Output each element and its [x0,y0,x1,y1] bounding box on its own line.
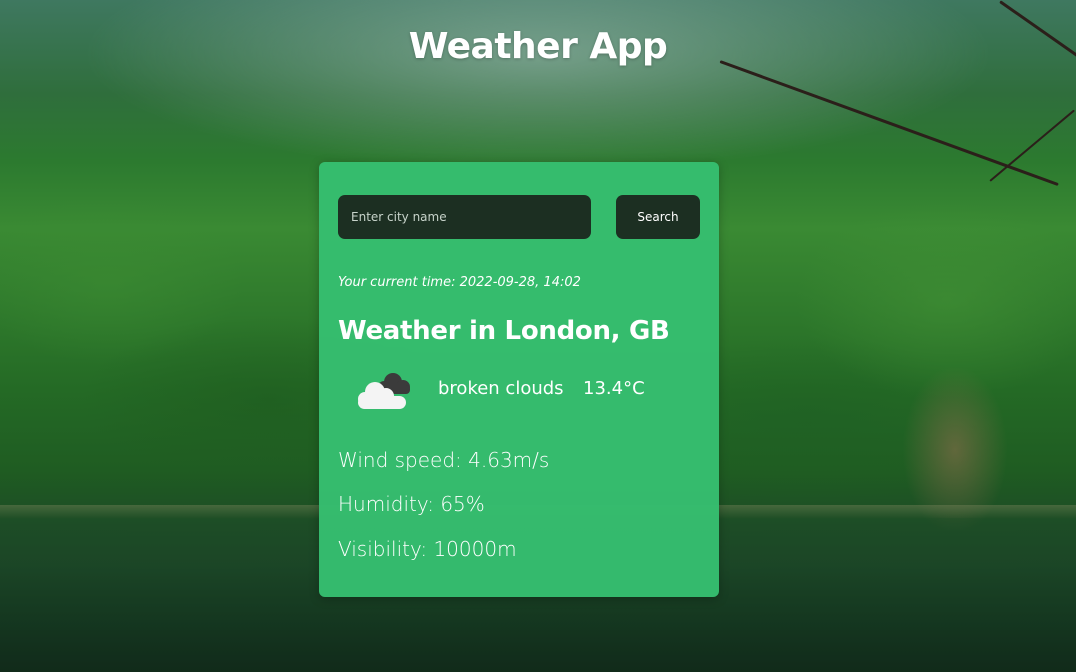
weather-card: Search Your current time: 2022-09-28, 14… [319,162,719,597]
broken-clouds-icon [358,373,410,409]
wind-speed: Wind speed: 4.63m/s [338,448,550,472]
temperature: 13.4°C [583,378,645,399]
weather-description: broken clouds [438,378,564,399]
search-button[interactable]: Search [616,195,700,239]
current-time: Your current time: 2022-09-28, 14:02 [338,275,581,290]
city-search-input[interactable] [338,195,591,239]
city-heading: Weather in London, GB [338,316,670,346]
hillside-slope [880,330,1030,530]
humidity: Humidity: 65% [338,492,485,516]
visibility: Visibility: 10000m [338,537,517,561]
app-title: Weather App [408,26,668,67]
